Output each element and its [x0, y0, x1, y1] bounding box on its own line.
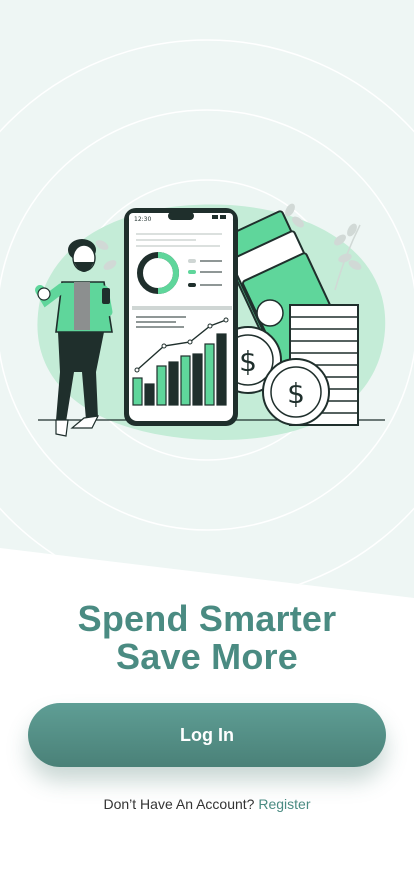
svg-text:$: $	[287, 377, 305, 410]
register-link[interactable]: Register	[258, 796, 310, 812]
finance-growth-illustration: $ $ 12:30	[35, 203, 386, 440]
hero-section: $ $ 12:30	[0, 0, 414, 598]
register-prompt-text: Don’t Have An Account?	[103, 796, 255, 812]
headline-line-1: Spend Smarter	[77, 598, 337, 639]
login-button[interactable]: Log In	[28, 703, 386, 767]
headline-line-2: Save More	[116, 636, 298, 677]
svg-text:$: $	[239, 345, 257, 378]
phone-time: 12:30	[134, 216, 151, 223]
headline: Spend Smarter Save More	[0, 600, 414, 676]
register-prompt: Don’t Have An Account? Register	[0, 796, 414, 812]
